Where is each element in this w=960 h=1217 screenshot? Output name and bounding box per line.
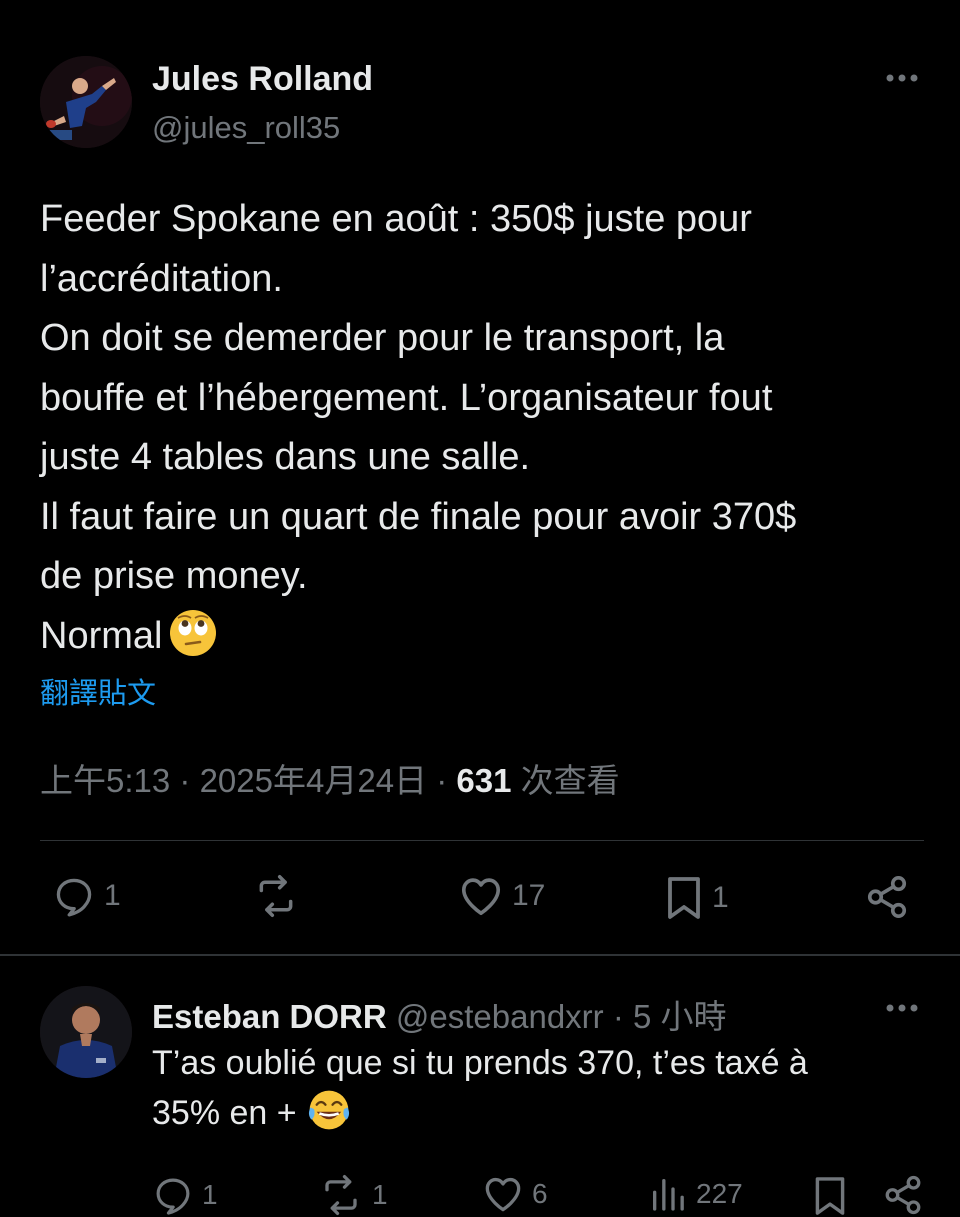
bookmark-button[interactable]: 1: [664, 874, 729, 922]
post-text-line: bouffe et l’hébergement. L’organisateur …: [40, 376, 773, 419]
post-meta: 上午5:13 · 2025年4月24日 · 631 次查看: [40, 754, 620, 802]
post-text-line: de prise money.: [40, 555, 308, 597]
heart-icon: [485, 1177, 521, 1212]
reply-author-avatar[interactable]: [40, 986, 132, 1078]
heart-icon: [461, 878, 501, 916]
share-icon: [867, 876, 907, 918]
reply-button[interactable]: 1: [52, 874, 121, 918]
post-text-line: l’accréditation.: [40, 257, 283, 300]
share-button[interactable]: [864, 874, 910, 920]
analytics-icon: [653, 1179, 684, 1211]
like-button[interactable]: 17: [458, 874, 545, 918]
laughing-tears-emoji: [307, 1088, 351, 1132]
reply-count: 1: [202, 1179, 218, 1210]
meta-separator: ·: [612, 998, 624, 1035]
share-icon: [885, 1175, 921, 1215]
reply-icon: [156, 1178, 190, 1215]
reply-button[interactable]: 1: [152, 1174, 218, 1216]
share-button[interactable]: [882, 1174, 924, 1216]
author-avatar[interactable]: [40, 56, 132, 148]
repost-icon: [259, 875, 293, 917]
more-options-icon[interactable]: [882, 996, 922, 1020]
eye-roll-emoji: [168, 608, 218, 658]
author-name[interactable]: Jules Rolland: [152, 60, 373, 99]
reply-header: Esteban DORR @estebandxrr · 5 小時: [152, 990, 727, 1038]
divider: [40, 840, 924, 841]
post-text: Feeder Spokane en août : 350$ juste pour…: [40, 190, 940, 666]
bookmark-icon: [815, 1177, 845, 1215]
reply-author-name[interactable]: Esteban DORR: [152, 998, 387, 1035]
reply-author-handle[interactable]: @estebandxrr: [396, 998, 604, 1035]
views-count: 227: [696, 1178, 743, 1209]
repost-icon: [325, 1174, 357, 1216]
reply-count: 1: [104, 879, 121, 912]
reply-post: Esteban DORR @estebandxrr · 5 小時 T’as ou…: [0, 956, 960, 1217]
post-text-line: juste 4 tables dans une salle.: [40, 436, 531, 478]
repost-button[interactable]: 1: [318, 1174, 388, 1216]
translate-post-link[interactable]: 翻譯貼文: [40, 670, 156, 712]
reply-icon: [56, 878, 92, 917]
meta-separator: ·: [179, 762, 191, 799]
post-text-line: Il faut faire un quart de finale pour av…: [40, 495, 797, 538]
views-button[interactable]: 227: [648, 1174, 743, 1214]
like-count: 6: [532, 1178, 548, 1209]
post-text-line: Feeder Spokane en août : 350$ juste pour: [40, 198, 752, 240]
bookmark-button[interactable]: [812, 1174, 848, 1217]
post-text-line: On doit se demerder pour le transport, l…: [40, 317, 725, 359]
post-text-line: Normal: [40, 614, 163, 657]
meta-separator: ·: [436, 762, 448, 799]
post-time[interactable]: 上午5:13: [40, 762, 170, 799]
repost-button[interactable]: [252, 874, 308, 918]
author-handle[interactable]: @jules_roll35: [152, 110, 340, 146]
main-post: Jules Rolland @jules_roll35 Feeder Spoka…: [0, 0, 960, 955]
post-text-line-last: Normal: [40, 607, 940, 667]
reply-text-line-last: 35% en +: [152, 1088, 932, 1138]
views-label: 次查看: [520, 762, 620, 799]
reply-time[interactable]: 5 小時: [633, 998, 727, 1035]
reply-text-line: 35% en +: [152, 1094, 297, 1132]
reply-text: T’as oublié que si tu prends 370, t’es t…: [152, 1038, 932, 1138]
repost-count: 1: [372, 1179, 388, 1210]
views-count[interactable]: 631: [456, 762, 511, 799]
like-count: 17: [512, 879, 546, 912]
bookmark-icon: [668, 877, 700, 919]
bookmark-count: 1: [712, 881, 729, 914]
like-button[interactable]: 6: [482, 1174, 548, 1214]
post-date[interactable]: 2025年4月24日: [200, 762, 427, 799]
reply-text-line: T’as oublié que si tu prends 370, t’es t…: [152, 1044, 808, 1082]
more-options-icon[interactable]: [882, 66, 922, 90]
